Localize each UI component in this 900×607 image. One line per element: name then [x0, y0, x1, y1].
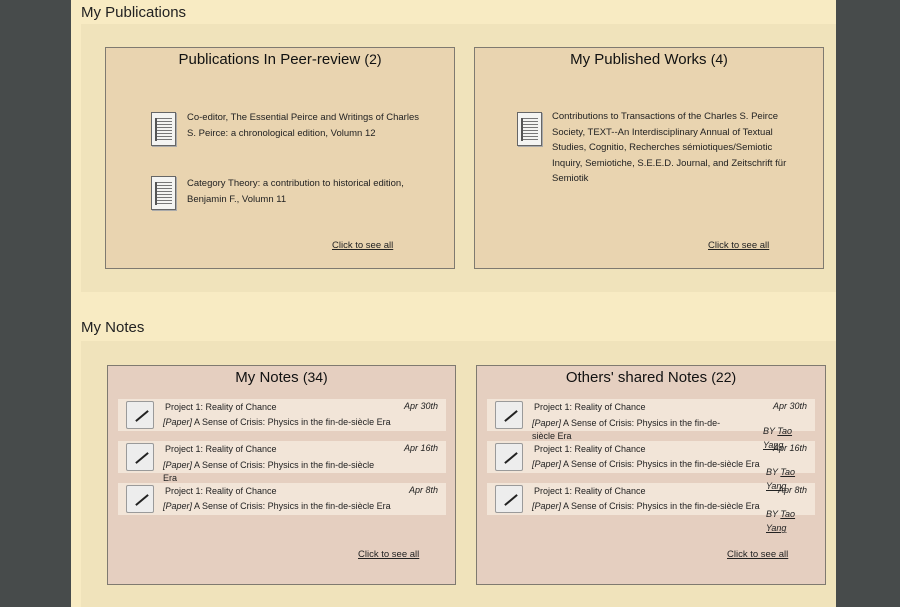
- note-paper: [Paper] A Sense of Crisis: Physics in th…: [532, 501, 760, 511]
- peer-review-heading: Publications In Peer-review (2): [106, 51, 454, 68]
- note-paper: [Paper] A Sense of Crisis: Physics in th…: [163, 459, 378, 485]
- notes-section-title: My Notes: [81, 319, 145, 336]
- note-paper-title: A Sense of Crisis: Physics in the fin-de…: [192, 501, 391, 511]
- note-paper: [Paper] A Sense of Crisis: Physics in th…: [163, 417, 391, 427]
- note-date: Apr 8th: [408, 485, 438, 495]
- document-icon: [517, 112, 542, 146]
- note-date: Apr 30th: [403, 401, 438, 411]
- shared-notes-card: Others' shared Notes (22) Project 1: Rea…: [476, 365, 826, 585]
- published-works-see-all-link[interactable]: Click to see all: [708, 240, 769, 251]
- my-notes-title: My Notes: [235, 369, 299, 386]
- note-project: Project 1: Reality of Chance: [165, 402, 277, 412]
- note-paper: [Paper] A Sense of Crisis: Physics in th…: [532, 459, 760, 469]
- note-pen-icon: [495, 485, 523, 513]
- publications-band: Publications In Peer-review (2) Co-edito…: [81, 24, 836, 292]
- shared-note-author: BY Tao Yang: [763, 424, 803, 452]
- published-works-item[interactable]: Contributions to Transactions of the Cha…: [552, 109, 800, 187]
- note-item[interactable]: Project 1: Reality of Chance Apr 30th [P…: [118, 399, 446, 431]
- note-project: Project 1: Reality of Chance: [534, 444, 646, 454]
- published-works-card: My Published Works (4) Contributions to …: [474, 47, 824, 269]
- peer-review-count: (2): [364, 51, 382, 67]
- note-paper-tag: [Paper]: [163, 460, 193, 470]
- author-by-label: BY: [766, 509, 778, 519]
- author-by-label: BY: [763, 426, 775, 436]
- my-notes-card: My Notes (34) Project 1: Reality of Chan…: [107, 365, 456, 585]
- note-paper: [Paper] A Sense of Crisis: Physics in th…: [532, 417, 732, 443]
- note-item[interactable]: Project 1: Reality of Chance Apr 8th [Pa…: [118, 483, 446, 515]
- shared-notes-count: (22): [711, 369, 737, 385]
- peer-review-title: Publications In Peer-review: [178, 51, 361, 68]
- note-project: Project 1: Reality of Chance: [534, 402, 646, 412]
- note-project: Project 1: Reality of Chance: [534, 486, 646, 496]
- shared-notes-see-all-link[interactable]: Click to see all: [727, 549, 788, 560]
- note-project: Project 1: Reality of Chance: [165, 486, 277, 496]
- published-works-heading: My Published Works (4): [475, 51, 823, 68]
- note-pen-icon: [126, 443, 154, 471]
- note-project: Project 1: Reality of Chance: [165, 444, 277, 454]
- note-pen-icon: [126, 401, 154, 429]
- note-paper-title: A Sense of Crisis: Physics in the fin-de…: [532, 418, 721, 441]
- main-page: My Publications Publications In Peer-rev…: [71, 0, 836, 607]
- my-notes-count: (34): [302, 369, 328, 385]
- document-icon: [151, 112, 176, 146]
- shared-notes-title: Others' shared Notes: [565, 369, 708, 386]
- note-paper-title: A Sense of Crisis: Physics in the fin-de…: [163, 460, 375, 483]
- note-pen-icon: [126, 485, 154, 513]
- published-works-title: My Published Works: [570, 51, 707, 68]
- note-paper-tag: [Paper]: [532, 459, 562, 469]
- my-notes-see-all-link[interactable]: Click to see all: [358, 549, 419, 560]
- note-date: Apr 30th: [772, 401, 807, 411]
- note-paper: [Paper] A Sense of Crisis: Physics in th…: [163, 501, 391, 511]
- peer-review-item[interactable]: Co-editor, The Essential Peirce and Writ…: [187, 110, 423, 141]
- note-pen-icon: [495, 443, 523, 471]
- author-by-label: BY: [766, 467, 778, 477]
- shared-note-author: BY Tao Yang: [766, 507, 806, 535]
- notes-band: My Notes (34) Project 1: Reality of Chan…: [81, 341, 836, 607]
- note-paper-tag: [Paper]: [532, 418, 562, 428]
- note-paper-tag: [Paper]: [163, 501, 193, 511]
- note-paper-tag: [Paper]: [532, 501, 562, 511]
- publications-section-title: My Publications: [81, 4, 187, 21]
- document-icon: [151, 176, 176, 210]
- note-date: Apr 16th: [403, 443, 438, 453]
- note-paper-title: A Sense of Crisis: Physics in the fin-de…: [561, 459, 760, 469]
- note-paper-tag: [Paper]: [163, 417, 193, 427]
- my-notes-heading: My Notes (34): [108, 369, 455, 386]
- shared-note-author: BY Tao Yang: [766, 465, 806, 493]
- note-pen-icon: [495, 401, 523, 429]
- peer-review-card: Publications In Peer-review (2) Co-edito…: [105, 47, 455, 269]
- note-paper-title: A Sense of Crisis: Physics in the fin-de…: [561, 501, 760, 511]
- note-item[interactable]: Project 1: Reality of Chance Apr 16th [P…: [118, 441, 446, 483]
- peer-review-item[interactable]: Category Theory: a contribution to histo…: [187, 176, 423, 207]
- note-paper-title: A Sense of Crisis: Physics in the fin-de…: [192, 417, 391, 427]
- published-works-count: (4): [710, 51, 728, 67]
- peer-review-see-all-link[interactable]: Click to see all: [332, 240, 393, 251]
- shared-notes-heading: Others' shared Notes (22): [477, 369, 825, 386]
